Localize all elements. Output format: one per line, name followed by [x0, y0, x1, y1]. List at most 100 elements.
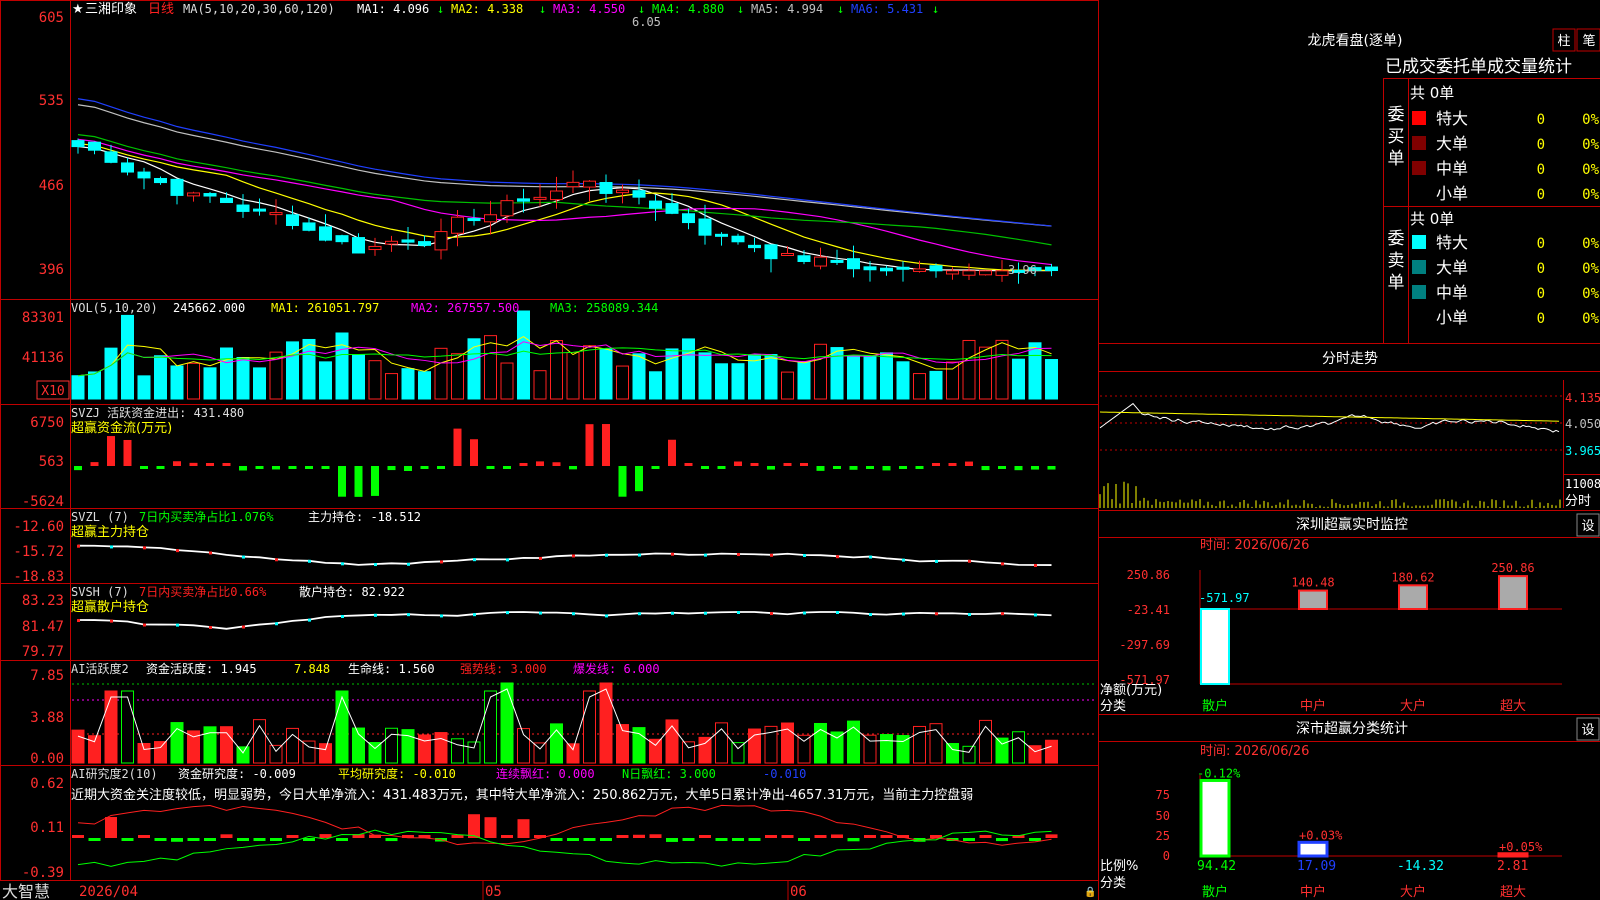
- ai-research-nday: N日飘红: 3.000: [622, 766, 716, 781]
- research-bar: [600, 838, 612, 841]
- lock-icon[interactable]: 🔒: [1084, 886, 1096, 898]
- activity-bar: [1012, 731, 1025, 764]
- vol-unit: X10: [41, 384, 64, 399]
- vol-value: 245662.000: [173, 301, 245, 315]
- svg-text:↓: ↓: [932, 2, 939, 16]
- svzl-subtitle: 超赢主力持仓: [71, 524, 149, 540]
- research-bar: [336, 838, 348, 841]
- color-swatch: [1412, 285, 1426, 299]
- candle-body: [335, 235, 349, 243]
- volume-bar: [979, 346, 992, 400]
- volume-bar: [335, 332, 349, 400]
- monitor-tick: 250.86: [1127, 568, 1170, 582]
- ai-activity-chart[interactable]: [71, 682, 1096, 764]
- flow-bar: [1014, 466, 1023, 471]
- activity-bar: [1045, 739, 1058, 764]
- intraday-chart[interactable]: [1099, 395, 1562, 508]
- side-label-char: 卖: [1388, 251, 1405, 271]
- holding-tick: [671, 552, 674, 556]
- volume-bar: [731, 363, 745, 400]
- ma6-value: MA6: 5.431: [851, 2, 923, 16]
- svzj-tick: -5624: [22, 494, 64, 510]
- activity-bar: [319, 743, 332, 764]
- ai-research-chart[interactable]: [72, 804, 1058, 867]
- volume-bar: [121, 314, 134, 400]
- flow-bar: [585, 424, 594, 466]
- svzl-tick: -15.72: [13, 544, 64, 560]
- volume-chart[interactable]: [71, 310, 1058, 400]
- holding-tick: [440, 560, 443, 564]
- period-label[interactable]: 日线: [148, 2, 174, 17]
- volume-bar: [995, 339, 1009, 400]
- buy-total: 共 0单: [1410, 84, 1454, 102]
- date-label: 06: [790, 884, 807, 900]
- research-bar: [237, 838, 249, 841]
- activity-bar: [698, 736, 712, 764]
- research-bar: [171, 838, 183, 842]
- ai-research-tick: 0.62: [30, 776, 64, 792]
- holding-tick: [143, 546, 146, 550]
- ai-research-last: -0.010: [763, 767, 806, 781]
- monitor-ylabel: 净额(万元): [1100, 683, 1162, 698]
- svg-text:↓: ↓: [539, 2, 546, 16]
- candle-body: [467, 218, 481, 222]
- holding-tick: [308, 618, 311, 622]
- candle-body: [715, 233, 728, 237]
- vol-ma3: MA3: 258089.344: [550, 301, 658, 315]
- candle-body: [368, 245, 382, 251]
- svsh-chart[interactable]: [77, 611, 1052, 630]
- flow-bar: [74, 466, 82, 471]
- row-count: 0: [1537, 187, 1545, 203]
- research-bar: [633, 834, 645, 838]
- intraday-tick: 4.135: [1565, 391, 1600, 405]
- candle-body: [830, 259, 844, 263]
- research-bar: [286, 835, 299, 838]
- flow-bar: [90, 462, 99, 466]
- activity-bar: [121, 690, 134, 764]
- order-stats-header: 已成交委托单成交量统计: [1385, 57, 1572, 77]
- flow-bar: [882, 466, 891, 471]
- research-bar: [715, 838, 728, 841]
- svzj-chart[interactable]: [74, 424, 1056, 497]
- row-percent: 0%: [1582, 261, 1599, 277]
- ma-line: [77, 104, 1052, 227]
- holding-tick: [440, 614, 443, 618]
- research-bar: [270, 838, 282, 841]
- monitor-bar-label: 180.62: [1391, 570, 1434, 584]
- ai-commentary: 近期大资金关注度较低，明显弱势，今日大单净流入：431.483万元，其中特大单净…: [71, 787, 973, 803]
- activity-bar: [566, 743, 580, 764]
- holding-line: [77, 544, 1052, 566]
- ma5-value: MA5: 4.994: [751, 2, 823, 16]
- flow-bar: [866, 466, 874, 469]
- candle-body: [566, 181, 580, 188]
- monitor-bar-label: -571.97: [1199, 591, 1250, 605]
- pen-mode-label: 笔: [1582, 33, 1595, 49]
- volume-bar: [170, 365, 184, 400]
- activity-bar: [451, 738, 464, 764]
- flow-bar: [635, 466, 643, 492]
- research-bar: [798, 838, 810, 841]
- svzl-chart[interactable]: [77, 544, 1052, 568]
- flow-bar: [453, 428, 462, 466]
- research-bar: [880, 835, 893, 838]
- candle-body: [253, 208, 266, 212]
- holding-tick: [506, 611, 509, 615]
- candle-body: [649, 200, 662, 209]
- activity-bar: [236, 746, 250, 764]
- ai-active-activity: 资金活跃度: 1.945: [146, 661, 257, 676]
- candle-body: [979, 270, 992, 276]
- svzj-tick: 6750: [30, 415, 64, 431]
- ai-research-cont: 连续飘红: 0.000: [496, 766, 595, 781]
- svsh-tick: 81.47: [22, 619, 64, 635]
- candle-body: [533, 196, 547, 200]
- candle-body: [682, 213, 695, 224]
- holding-tick: [638, 612, 641, 616]
- row-label: 大单: [1436, 134, 1468, 153]
- research-bar: [732, 838, 744, 841]
- flow-bar: [272, 466, 280, 470]
- activity-bar: [599, 682, 613, 764]
- candle-body: [946, 270, 959, 275]
- research-bar: [963, 838, 975, 841]
- classify-top-label: -0.12%: [1197, 766, 1241, 780]
- flow-bar: [668, 439, 676, 466]
